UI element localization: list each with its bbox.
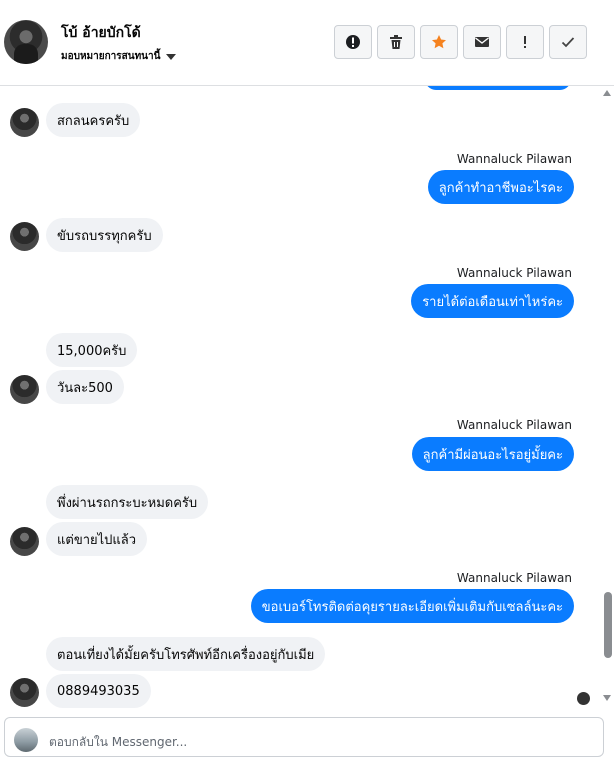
conversation-toolbar bbox=[334, 25, 587, 59]
contact-avatar-small bbox=[10, 527, 39, 556]
reply-input[interactable]: ตอบกลับใน Messenger... bbox=[49, 733, 187, 752]
follow-up-button[interactable] bbox=[506, 25, 544, 59]
incoming-message[interactable]: วันละ500 bbox=[46, 370, 124, 404]
spam-button[interactable] bbox=[334, 25, 372, 59]
incoming-message[interactable]: แต่ขายไปแล้ว bbox=[46, 522, 148, 556]
caret-down-icon[interactable] bbox=[166, 53, 177, 60]
contact-name[interactable]: โบ้ อ้ายบักโด้ bbox=[61, 22, 141, 44]
incoming-message[interactable]: สกลนครครับ bbox=[46, 103, 141, 137]
alert-circle-icon bbox=[346, 35, 360, 49]
star-button[interactable] bbox=[420, 25, 458, 59]
reply-box[interactable]: ตอบกลับใน Messenger... bbox=[4, 717, 604, 757]
incoming-message[interactable]: ตอนเที่ยงได้มั้ยครับโทรศัพท์อีกเครื่องอย… bbox=[46, 637, 326, 671]
page-avatar bbox=[14, 728, 38, 752]
message-thread[interactable]: สกลนครครับ Wannaluck Pilawan ลูกค้าทำอาช… bbox=[0, 86, 614, 712]
mark-unread-button[interactable] bbox=[463, 25, 501, 59]
contact-avatar-small bbox=[10, 678, 39, 707]
sender-name: Wannaluck Pilawan bbox=[456, 418, 572, 432]
outgoing-message[interactable]: รายได้ต่อเดือนเท่าไหร่คะ bbox=[411, 284, 574, 318]
incoming-message[interactable]: พึ่งผ่านรถกระบะหมดครับ bbox=[46, 485, 209, 519]
outgoing-message[interactable]: ลูกค้าทำอาชีพอะไรคะ bbox=[427, 170, 574, 204]
cut-off-outgoing-bubble bbox=[425, 86, 571, 90]
scroll-up-icon[interactable] bbox=[603, 90, 611, 96]
outgoing-message[interactable]: ขอเบอร์โทรติดต่อคุยรายละเอียดเพิ่มเติมกั… bbox=[250, 589, 574, 623]
contact-avatar[interactable] bbox=[4, 20, 48, 64]
star-icon bbox=[432, 35, 446, 49]
seen-indicator-avatar bbox=[577, 692, 590, 705]
trash-icon bbox=[390, 35, 402, 49]
contact-avatar-small bbox=[10, 375, 39, 404]
scroll-down-icon[interactable] bbox=[603, 695, 611, 701]
done-button[interactable] bbox=[549, 25, 587, 59]
incoming-message[interactable]: 0889493035 bbox=[46, 674, 151, 708]
contact-avatar-small bbox=[10, 108, 39, 137]
sender-name: Wannaluck Pilawan bbox=[456, 266, 572, 280]
sender-name: Wannaluck Pilawan bbox=[456, 571, 572, 585]
scrollbar-thumb[interactable] bbox=[604, 592, 612, 658]
incoming-message[interactable]: 15,000ครับ bbox=[46, 333, 138, 367]
exclamation-icon bbox=[524, 36, 526, 48]
conversation-header: โบ้ อ้ายบักโด้ มอบหมายการสนทนานี้ bbox=[0, 0, 614, 86]
check-icon bbox=[561, 37, 575, 48]
assign-conversation-dropdown[interactable]: มอบหมายการสนทนานี้ bbox=[61, 49, 177, 64]
mail-icon bbox=[475, 37, 489, 47]
incoming-message[interactable]: ขับรถบรรทุกครับ bbox=[46, 218, 163, 252]
delete-button[interactable] bbox=[377, 25, 415, 59]
assign-label: มอบหมายการสนทนานี้ bbox=[61, 51, 161, 62]
sender-name: Wannaluck Pilawan bbox=[456, 152, 572, 166]
contact-avatar-small bbox=[10, 222, 39, 251]
outgoing-message[interactable]: ลูกค้ามีผ่อนอะไรอยู่มั้ยคะ bbox=[411, 437, 574, 471]
